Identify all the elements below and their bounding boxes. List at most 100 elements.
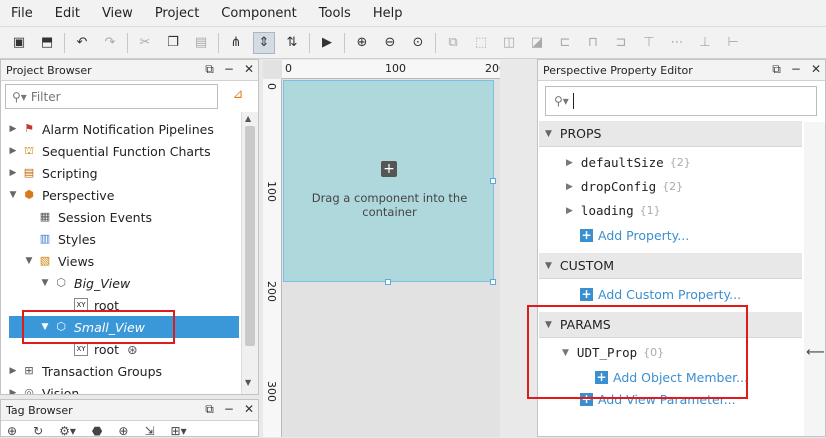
scroll-down-icon[interactable]: ▼ <box>245 378 251 387</box>
send-back-icon[interactable]: ◪ <box>526 32 548 54</box>
chevron-right-icon[interactable]: ▶ <box>566 158 573 168</box>
tree-item-transaction-groups[interactable]: ▶ ⊞ Transaction Groups <box>7 360 163 382</box>
menu-edit[interactable]: Edit <box>44 0 91 27</box>
align-left-icon[interactable]: ⊏ <box>554 32 576 54</box>
undo-icon[interactable]: ↶ <box>71 32 93 54</box>
property-editor-title: Perspective Property Editor <box>543 63 693 77</box>
chevron-down-icon[interactable]: ▼ <box>545 129 552 139</box>
zoom-fit-icon[interactable]: ⊙ <box>407 32 429 54</box>
restore-icon[interactable]: ⧉ <box>205 62 214 77</box>
tag-tools-icon[interactable]: ⚙▾ <box>59 424 76 438</box>
chevron-right-icon[interactable]: ▶ <box>566 206 573 216</box>
align-center-icon[interactable]: ⊓ <box>582 32 604 54</box>
property-row[interactable]: ▶ defaultSize {2} <box>566 155 691 170</box>
property-search-field[interactable]: ⚲▾ <box>545 86 817 116</box>
minimize-icon[interactable]: − <box>224 402 234 417</box>
tree-item-scripting[interactable]: ▶ ▤ Scripting <box>7 162 98 184</box>
zoom-in-icon[interactable]: ⊕ <box>351 32 373 54</box>
redo-icon[interactable]: ↷ <box>99 32 121 54</box>
add-component-icon[interactable]: + <box>381 161 397 177</box>
add-tag-icon[interactable]: ⊕ <box>7 424 17 438</box>
menu-view[interactable]: View <box>91 0 144 27</box>
custom-section-header[interactable]: ▼ CUSTOM <box>539 253 802 279</box>
chevron-down-icon[interactable]: ▼ <box>23 256 35 266</box>
udt-icon[interactable]: ⬣ <box>92 424 102 438</box>
property-editor-scrollbar[interactable] <box>804 122 825 436</box>
minimize-icon[interactable]: − <box>224 62 234 77</box>
toolbar-separator <box>344 32 345 53</box>
paste-icon[interactable]: ▤ <box>190 32 212 54</box>
menu-component[interactable]: Component <box>210 0 307 27</box>
scroll-thumb[interactable] <box>245 126 255 346</box>
align-right-icon[interactable]: ⊐ <box>610 32 632 54</box>
ungroup-icon[interactable]: ⬚ <box>470 32 492 54</box>
distribute-h-icon[interactable]: ⊢ <box>722 32 744 54</box>
resize-handle[interactable] <box>490 279 496 285</box>
cut-icon[interactable]: ✂ <box>134 32 156 54</box>
tree-item-perspective[interactable]: ▼ ⬢ Perspective <box>7 184 115 206</box>
chevron-right-icon[interactable]: ▶ <box>7 168 19 178</box>
horizontal-ruler: 0 100 200 <box>282 60 506 79</box>
vertical-align-icon[interactable]: ⇕ <box>253 31 275 54</box>
preview-play-icon[interactable]: ▶ <box>316 32 338 54</box>
tree-item-big-view[interactable]: ▼ ⬡ Big_View <box>39 272 131 294</box>
toolbar-separator <box>435 32 436 53</box>
menu-help[interactable]: Help <box>362 0 414 27</box>
close-icon[interactable]: ✕ <box>244 62 254 77</box>
tree-item-alarm-pipelines[interactable]: ▶ ⚑ Alarm Notification Pipelines <box>7 118 214 140</box>
minimize-icon[interactable]: − <box>791 62 801 77</box>
chevron-down-icon[interactable]: ▼ <box>545 261 552 271</box>
save-icon[interactable]: ▣ <box>8 32 30 54</box>
view-root-container[interactable]: + Drag a component into the container <box>283 80 494 282</box>
toolbar-separator <box>218 32 219 53</box>
distribute-icon[interactable]: ⇅ <box>281 32 303 54</box>
tree-item-styles[interactable]: ▥ Styles <box>35 228 96 250</box>
menu-tools[interactable]: Tools <box>308 0 362 27</box>
close-icon[interactable]: ✕ <box>811 62 821 77</box>
chevron-right-icon[interactable]: ▶ <box>566 182 573 192</box>
spacing-icon[interactable]: ⋯ <box>666 32 688 54</box>
add-property-link[interactable]: + Add Property... <box>580 228 689 243</box>
chevron-right-icon[interactable]: ▶ <box>7 388 19 394</box>
restore-icon[interactable]: ⧉ <box>205 402 214 417</box>
property-row[interactable]: ▶ loading {1} <box>566 203 661 218</box>
table-view-icon[interactable]: ⊞▾ <box>171 424 187 438</box>
align-middle-icon[interactable]: ⊥ <box>694 32 716 54</box>
copy-icon[interactable]: ❐ <box>162 32 184 54</box>
chevron-right-icon[interactable]: ▶ <box>7 124 19 134</box>
tree-item-sfc[interactable]: ▶ ⛫ Sequential Function Charts <box>7 140 211 162</box>
chevron-right-icon[interactable]: ▶ <box>7 146 19 156</box>
project-filter-input[interactable] <box>30 89 181 104</box>
resize-handle[interactable] <box>385 279 391 285</box>
zoom-out-icon[interactable]: ⊖ <box>379 32 401 54</box>
menu-file[interactable]: File <box>0 0 44 27</box>
tree-item-session-events[interactable]: ▦ Session Events <box>35 206 152 228</box>
resize-handle[interactable] <box>490 178 496 184</box>
props-section-header[interactable]: ▼ PROPS <box>539 121 802 147</box>
project-tree-scrollbar[interactable]: ▲ ▼ <box>241 112 258 394</box>
project-filter-field[interactable]: ⚲▾ <box>5 84 218 109</box>
property-row[interactable]: ▶ dropConfig {2} <box>566 179 683 194</box>
tag-target-icon[interactable]: ⊕ <box>118 424 128 438</box>
binding-arrow-icon[interactable]: ⟵ <box>806 345 825 360</box>
tree-item-vision[interactable]: ▶ ◎ Vision <box>7 382 80 395</box>
save-all-icon[interactable]: ⬒ <box>36 32 58 54</box>
export-icon[interactable]: ⇲ <box>144 424 154 438</box>
filter-options-icon[interactable]: ⊿ <box>229 87 247 105</box>
snap-icon[interactable]: ⋔ <box>225 32 247 54</box>
bring-front-icon[interactable]: ◫ <box>498 32 520 54</box>
tag-browser-panel: Tag Browser ⧉ − ✕ ⊕ ↻ ⚙▾ ⬣ ⊕ ⇲ ⊞▾ <box>0 399 259 438</box>
tree-item-views[interactable]: ▼ ▧ Views <box>23 250 95 272</box>
restore-icon[interactable]: ⧉ <box>772 62 781 77</box>
chevron-down-icon[interactable]: ▼ <box>7 190 19 200</box>
menu-project[interactable]: Project <box>144 0 210 27</box>
chevron-down-icon[interactable]: ▼ <box>39 278 51 288</box>
refresh-icon[interactable]: ↻ <box>33 424 43 438</box>
add-custom-property-link[interactable]: + Add Custom Property... <box>580 287 741 302</box>
close-icon[interactable]: ✕ <box>244 402 254 417</box>
group-icon[interactable]: ⧉ <box>442 32 464 54</box>
ruler-label: 100 <box>385 62 406 75</box>
chevron-right-icon[interactable]: ▶ <box>7 366 19 376</box>
scroll-up-icon[interactable]: ▲ <box>245 114 251 123</box>
align-top-icon[interactable]: ⊤ <box>638 32 660 54</box>
